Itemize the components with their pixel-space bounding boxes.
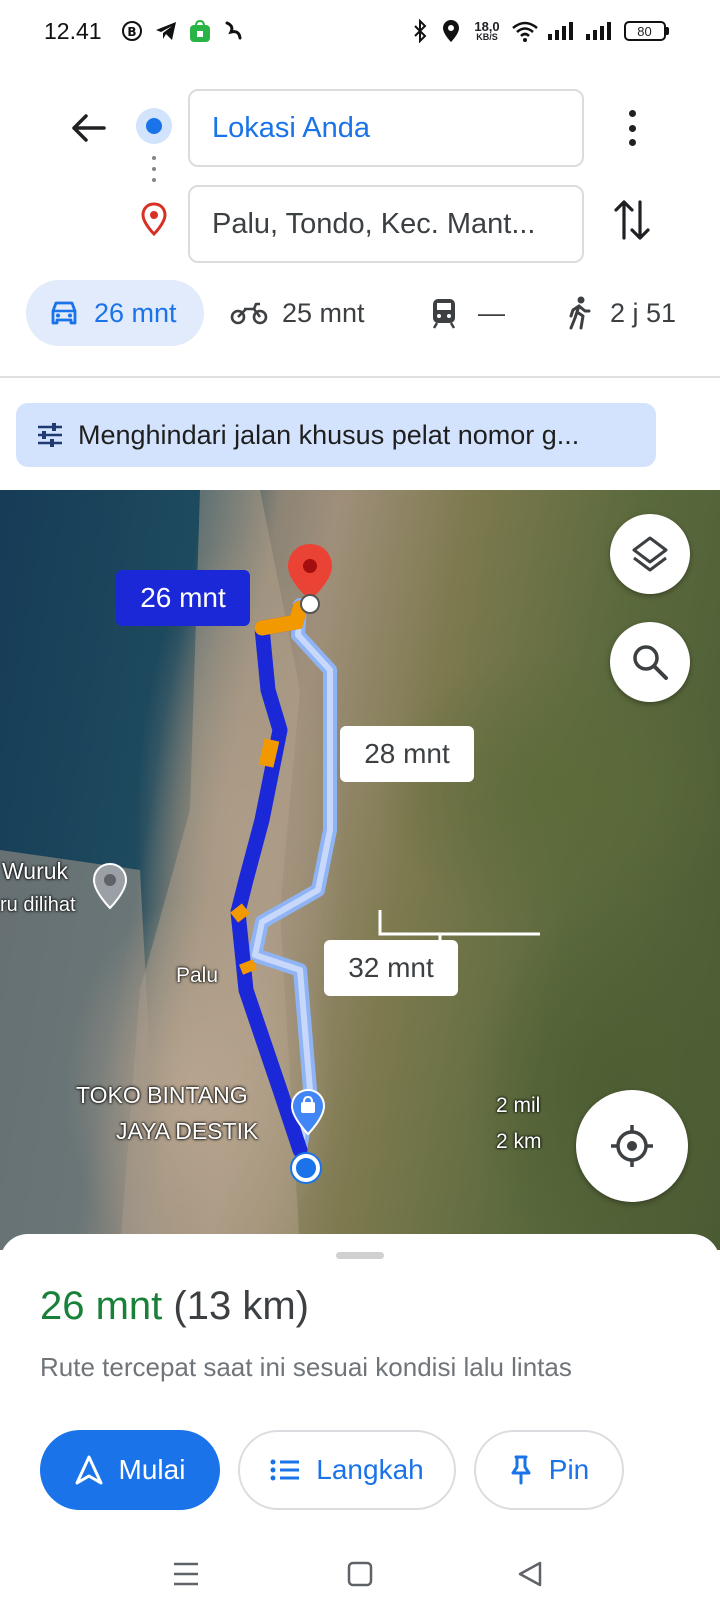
- pushpin-icon: [511, 1455, 531, 1485]
- system-nav-bar: [0, 1534, 720, 1612]
- arrow-left-icon: [72, 114, 106, 142]
- signal-icon-2: [584, 18, 614, 44]
- place-label-recently-viewed: ru dilihat: [0, 894, 76, 916]
- tab-motorcycle[interactable]: 25 mnt: [230, 280, 365, 346]
- map-view[interactable]: 26 mnt 28 mnt 32 mnt Wuruk ru dilihat Pa…: [0, 490, 720, 1250]
- directions-header: Lokasi Anda Palu, Tondo, Kec. Mant... 26…: [0, 64, 720, 378]
- motorcycle-icon: [230, 302, 268, 325]
- steps-button-label: Langkah: [316, 1454, 424, 1485]
- route-eta: 26 mnt (13 km): [40, 1284, 309, 1329]
- header-divider: [0, 376, 720, 378]
- eta-distance: (13 km): [173, 1284, 309, 1328]
- bluetooth-icon: [410, 18, 430, 44]
- svg-text:B: B: [127, 25, 136, 39]
- destination-marker-icon[interactable]: [284, 542, 336, 614]
- telegram-icon: [154, 18, 178, 44]
- travel-mode-tabs: 26 mnt 25 mnt — 2 j 51: [0, 280, 720, 348]
- start-button[interactable]: Mulai: [40, 1430, 220, 1510]
- place-label-wuruk: Wuruk: [2, 858, 69, 884]
- my-location-button[interactable]: [576, 1090, 688, 1202]
- tab-transit[interactable]: —: [430, 280, 505, 346]
- pin-button-label: Pin: [548, 1454, 590, 1485]
- pin-button[interactable]: Pin: [474, 1430, 624, 1510]
- net-speed-unit: KB/S: [476, 32, 498, 42]
- alt-route-time-1[interactable]: 28 mnt: [340, 726, 474, 782]
- route-note: Rute tercepat saat ini sesuai kondisi la…: [40, 1352, 572, 1382]
- more-options-button[interactable]: [614, 104, 650, 152]
- alt-route-time-2[interactable]: 32 mnt: [324, 940, 458, 996]
- place-label-store-line1: TOKO BINTANG: [76, 1082, 248, 1108]
- swap-vertical-icon: [614, 200, 650, 240]
- place-label-palu: Palu: [176, 964, 219, 987]
- navigation-arrow-icon: [75, 1455, 103, 1485]
- signal-icon-1: [546, 18, 576, 44]
- scale-bar: [378, 910, 540, 936]
- search-icon: [633, 645, 668, 680]
- battery-level: 80: [623, 21, 666, 41]
- back-triangle-icon: [518, 1561, 542, 1587]
- route-connector-dots: [152, 156, 156, 190]
- scale-label-metric: 2 km: [496, 1130, 542, 1153]
- recent-place-marker-icon[interactable]: [92, 862, 128, 910]
- messenger-icon: [222, 18, 246, 44]
- tab-transit-label: —: [478, 297, 505, 328]
- destination-pin-icon: [140, 202, 168, 237]
- tune-icon: [38, 423, 62, 447]
- car-icon: [51, 301, 77, 325]
- sheet-drag-handle[interactable]: [336, 1252, 384, 1259]
- net-speed: 18,0 KB/S: [470, 18, 504, 44]
- swap-button[interactable]: [612, 198, 652, 242]
- scale-label-imperial: 2 mil: [496, 1094, 541, 1117]
- start-button-label: Mulai: [118, 1454, 186, 1485]
- layers-icon: [632, 536, 668, 572]
- wifi-icon: [510, 18, 540, 44]
- menu-icon: [174, 1562, 198, 1586]
- location-icon: [440, 18, 462, 44]
- traffic-segment: [258, 738, 280, 768]
- destination-field[interactable]: Palu, Tondo, Kec. Mant...: [188, 185, 584, 263]
- traffic-segment: [230, 903, 250, 923]
- layers-button[interactable]: [610, 514, 690, 594]
- train-icon: [432, 299, 456, 329]
- tab-walk[interactable]: 2 j 51: [566, 280, 676, 346]
- walking-icon: [569, 296, 591, 330]
- status-time: 12.41: [44, 18, 102, 44]
- tab-motorcycle-label: 25 mnt: [282, 297, 365, 328]
- back-button[interactable]: [66, 108, 110, 148]
- origin-field[interactable]: Lokasi Anda: [188, 89, 584, 167]
- tab-car[interactable]: 26 mnt: [26, 280, 204, 346]
- steps-button[interactable]: Langkah: [238, 1430, 456, 1510]
- home-square-icon: [347, 1561, 373, 1587]
- tab-car-label: 26 mnt: [94, 297, 177, 328]
- b-app-icon: B: [120, 18, 144, 44]
- status-bar: 12.41 B 18,0 KB/S 80: [0, 0, 720, 64]
- origin-dot-icon: [136, 108, 172, 144]
- menu-nav-button[interactable]: [166, 1556, 206, 1592]
- back-nav-button[interactable]: [510, 1556, 550, 1592]
- search-along-route-button[interactable]: [610, 622, 690, 702]
- current-location-dot: [292, 1154, 320, 1182]
- route-options-label: Menghindari jalan khusus pelat nomor g..…: [78, 419, 580, 450]
- route-options-chip[interactable]: Menghindari jalan khusus pelat nomor g..…: [16, 403, 656, 467]
- home-nav-button[interactable]: [340, 1556, 380, 1592]
- crosshair-icon: [611, 1125, 653, 1167]
- tab-walk-label: 2 j 51: [610, 297, 677, 328]
- list-icon: [270, 1459, 300, 1481]
- shop-marker-icon[interactable]: [290, 1088, 326, 1136]
- battery-icon: 80: [622, 18, 670, 44]
- shopping-app-icon: [188, 18, 212, 44]
- traffic-segment: [239, 959, 257, 975]
- place-label-store-line2: JAYA DESTIK: [116, 1118, 259, 1144]
- eta-time: 26 mnt: [40, 1284, 163, 1328]
- primary-route-time[interactable]: 26 mnt: [116, 570, 250, 626]
